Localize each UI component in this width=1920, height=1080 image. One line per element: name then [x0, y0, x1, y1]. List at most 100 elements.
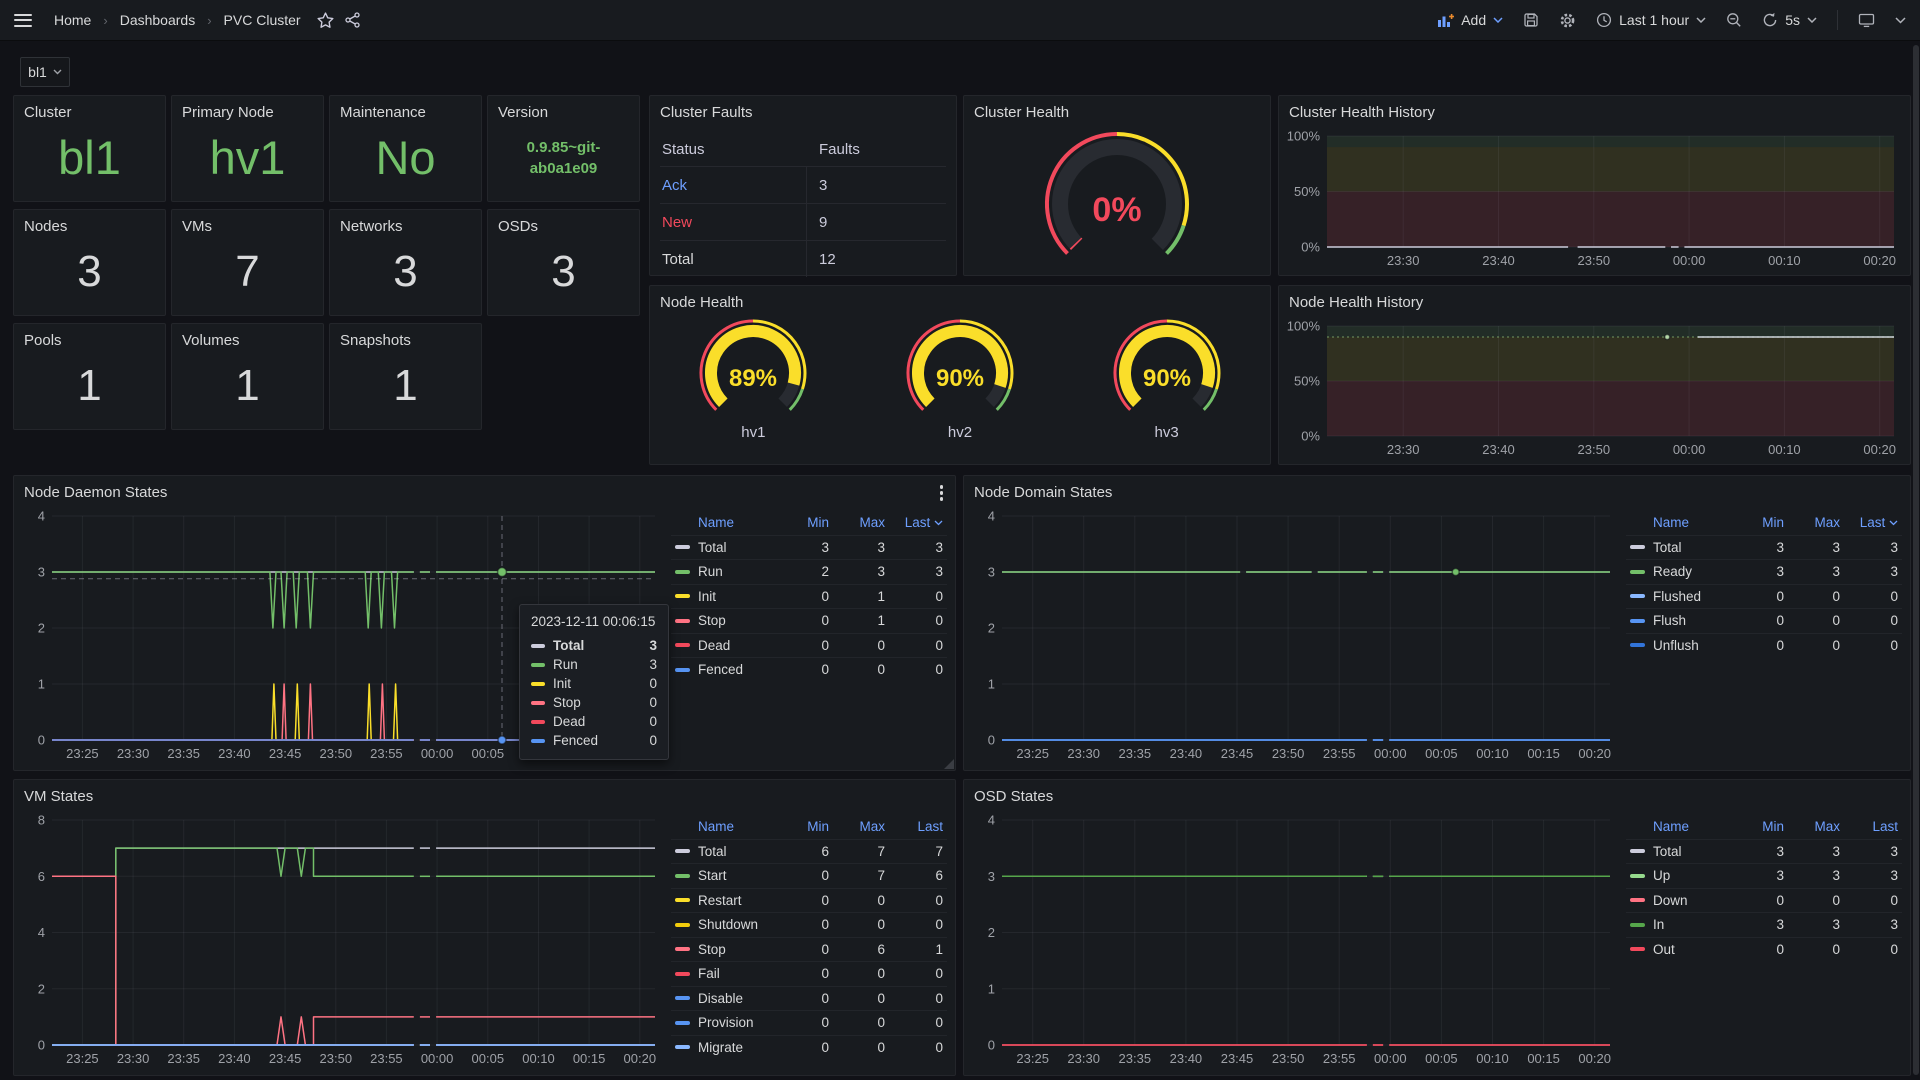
legend-row-stop[interactable]: Stop061	[671, 937, 947, 962]
svg-text:00:20: 00:20	[1578, 1051, 1611, 1066]
series-color-swatch	[675, 668, 690, 672]
legend-row-run[interactable]: Run233	[671, 559, 947, 584]
node-health-history-chart[interactable]: 0%50%100%23:3023:4023:5000:0000:1000:20	[1283, 318, 1902, 460]
series-color-swatch	[531, 701, 545, 705]
panel-version: Version 0.9.85~git-ab0a1e09	[487, 95, 640, 202]
menu-toggle-icon[interactable]	[14, 14, 32, 27]
svg-text:3: 3	[988, 869, 995, 884]
panel-title: Cluster Faults	[650, 96, 956, 126]
time-range-picker[interactable]: Last 1 hour	[1596, 12, 1706, 28]
faults-row-new[interactable]: New9	[660, 203, 946, 240]
svg-text:1: 1	[38, 677, 45, 692]
svg-text:0: 0	[38, 1038, 45, 1053]
panel-title: Node Health History	[1279, 286, 1910, 316]
add-panel-button[interactable]: Add	[1437, 12, 1503, 28]
faults-row-ack[interactable]: Ack3	[660, 166, 946, 203]
legend-row-unflush[interactable]: Unflush000	[1626, 633, 1902, 658]
series-color-swatch	[675, 619, 690, 623]
series-color-swatch	[675, 570, 690, 574]
toolbar-chevron-icon[interactable]	[1895, 17, 1906, 24]
panel-title: Pools	[14, 324, 165, 354]
tv-mode-icon[interactable]	[1858, 12, 1875, 28]
share-icon[interactable]	[344, 12, 361, 28]
breadcrumb-home[interactable]: Home	[54, 12, 91, 28]
panel-primary-node: Primary Node hv1	[171, 95, 324, 202]
osd-states-chart[interactable]: 0123423:2523:3023:3523:4023:4523:5023:55…	[972, 812, 1618, 1069]
panel-menu-icon[interactable]	[936, 483, 948, 503]
chevron-down-icon	[1696, 17, 1706, 23]
svg-text:8: 8	[38, 813, 45, 828]
svg-text:2: 2	[38, 981, 45, 996]
page-scrollbar[interactable]	[1913, 45, 1919, 1075]
zoom-out-icon[interactable]	[1726, 12, 1742, 28]
panel-title: Node Daemon States	[14, 476, 955, 506]
panel-title: Cluster Health	[964, 96, 1270, 126]
svg-text:23:35: 23:35	[1119, 746, 1152, 761]
svg-text:23:45: 23:45	[269, 746, 302, 761]
svg-text:6: 6	[38, 869, 45, 884]
stat-value: 7	[172, 238, 323, 305]
series-color-swatch	[1630, 947, 1645, 951]
legend-row-up[interactable]: Up333	[1626, 863, 1902, 888]
breadcrumb-dashboards[interactable]: Dashboards	[120, 12, 196, 28]
svg-text:23:55: 23:55	[370, 746, 403, 761]
svg-text:23:45: 23:45	[1221, 1051, 1254, 1066]
cluster-health-gauge: 0%	[964, 124, 1270, 273]
panel-nodes: Nodes 3	[13, 209, 166, 316]
svg-text:23:25: 23:25	[1016, 746, 1049, 761]
svg-text:23:25: 23:25	[66, 746, 99, 761]
legend-row-fenced[interactable]: Fenced000	[671, 657, 947, 682]
svg-text:00:20: 00:20	[624, 1051, 657, 1066]
svg-text:23:35: 23:35	[167, 1051, 200, 1066]
svg-text:23:55: 23:55	[370, 1051, 403, 1066]
panel-resize-handle[interactable]	[944, 759, 954, 769]
star-icon[interactable]	[317, 12, 334, 28]
svg-text:00:00: 00:00	[1374, 1051, 1407, 1066]
legend-row-flush[interactable]: Flush000	[1626, 608, 1902, 633]
legend-row-shutdown[interactable]: Shutdown000	[671, 912, 947, 937]
node-domain-states-chart[interactable]: 0123423:2523:3023:3523:4023:4523:5023:55…	[972, 508, 1618, 764]
legend-row-total[interactable]: Total677	[671, 839, 947, 864]
svg-text:4: 4	[988, 509, 995, 524]
legend-row-start[interactable]: Start076	[671, 863, 947, 888]
legend-row-out[interactable]: Out000	[1626, 937, 1902, 962]
svg-text:00:00: 00:00	[1374, 746, 1407, 761]
refresh-picker[interactable]: 5s	[1762, 12, 1817, 28]
svg-text:23:50: 23:50	[320, 1051, 353, 1066]
dashboard-settings-icon[interactable]	[1559, 12, 1576, 29]
svg-text:23:30: 23:30	[1067, 1051, 1100, 1066]
template-variable-dropdown[interactable]: bl1	[20, 57, 70, 87]
legend-row-total[interactable]: Total333	[671, 535, 947, 560]
save-dashboard-icon[interactable]	[1523, 12, 1539, 28]
legend-row-migrate[interactable]: Migrate000	[671, 1035, 947, 1060]
svg-text:1: 1	[988, 677, 995, 692]
legend-row-flushed[interactable]: Flushed000	[1626, 584, 1902, 609]
legend-row-restart[interactable]: Restart000	[671, 888, 947, 913]
legend-row-total[interactable]: Total333	[1626, 839, 1902, 864]
faults-row-total[interactable]: Total12	[660, 240, 946, 277]
svg-text:3: 3	[988, 565, 995, 580]
panel-title: Primary Node	[172, 96, 323, 126]
legend-row-ready[interactable]: Ready333	[1626, 559, 1902, 584]
svg-text:23:25: 23:25	[66, 1051, 99, 1066]
legend-row-total[interactable]: Total333	[1626, 535, 1902, 560]
chevron-down-icon	[1807, 17, 1817, 23]
chevron-down-icon	[53, 69, 62, 75]
svg-text:0%: 0%	[1301, 240, 1320, 255]
cluster-health-history-chart[interactable]: 0%50%100%23:3023:4023:5000:0000:1000:20	[1283, 128, 1902, 271]
series-color-swatch	[675, 972, 690, 976]
legend-row-in[interactable]: In333	[1626, 912, 1902, 937]
legend-row-down[interactable]: Down000	[1626, 888, 1902, 913]
series-color-swatch	[675, 594, 690, 598]
panel-title: Volumes	[172, 324, 323, 354]
vm-states-chart[interactable]: 0246823:2523:3023:3523:4023:4523:5023:55…	[22, 812, 663, 1069]
legend-row-provision[interactable]: Provision000	[671, 1010, 947, 1035]
legend-row-stop[interactable]: Stop010	[671, 608, 947, 633]
legend-row-init[interactable]: Init010	[671, 584, 947, 609]
svg-text:00:15: 00:15	[573, 1051, 606, 1066]
legend-row-dead[interactable]: Dead000	[671, 633, 947, 658]
legend-row-fail[interactable]: Fail000	[671, 961, 947, 986]
series-color-swatch	[1630, 923, 1645, 927]
panel-title: Maintenance	[330, 96, 481, 126]
legend-row-disable[interactable]: Disable000	[671, 986, 947, 1011]
